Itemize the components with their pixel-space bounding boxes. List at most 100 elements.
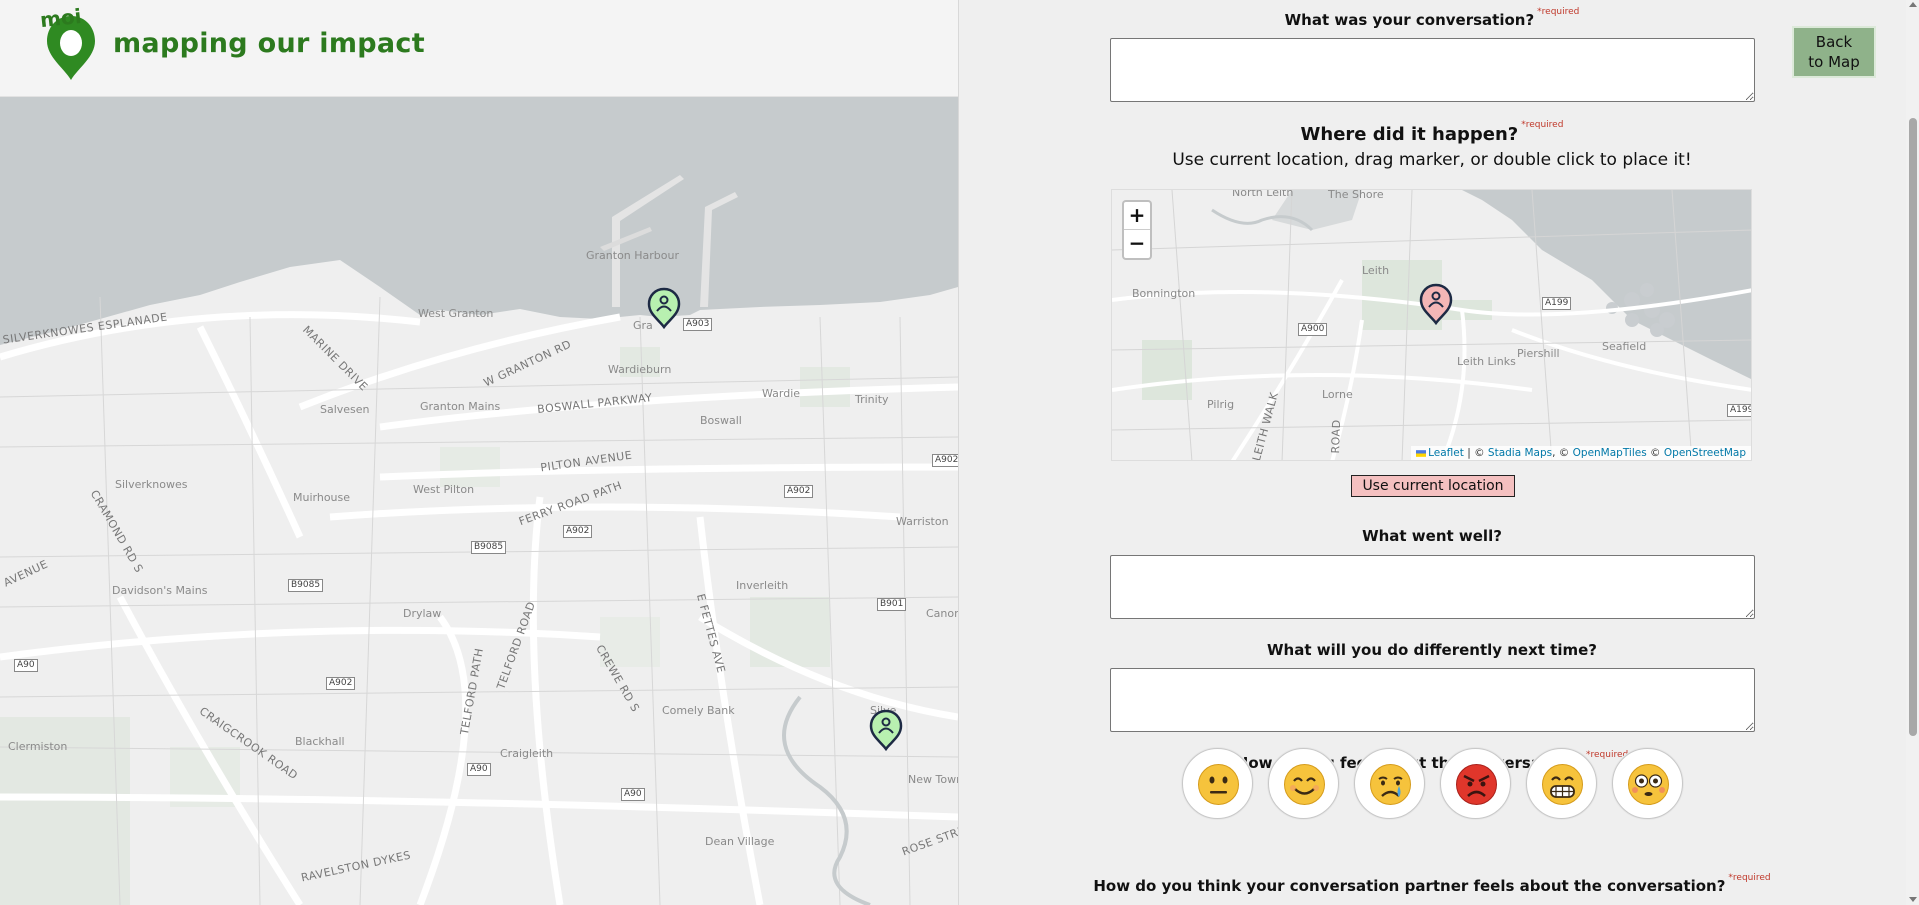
map-label: Seafield: [1602, 340, 1647, 353]
question-went-well-label: What went well?: [1362, 527, 1502, 545]
stadia-maps-link[interactable]: Stadia Maps: [1488, 447, 1552, 459]
place-label: Salvesen: [320, 403, 370, 416]
road-shield: A900: [1298, 323, 1328, 336]
place-label: West Pilton: [413, 483, 475, 496]
required-marker: *required: [1728, 873, 1771, 883]
location-instructions: Use current location, drag marker, or do…: [1172, 150, 1692, 170]
road-shield: B9085: [471, 541, 507, 554]
crying-face-icon: [1370, 764, 1411, 805]
road-shield: A90: [14, 659, 38, 672]
emotion-grinning-button[interactable]: [1526, 748, 1597, 819]
openstreetmap-link[interactable]: OpenStreetMap: [1664, 447, 1746, 459]
person-pin-icon[interactable]: [647, 287, 681, 329]
emotion-neutral-button[interactable]: [1182, 748, 1253, 819]
zoom-in-button[interactable]: +: [1124, 202, 1150, 230]
road-shield: A902: [932, 454, 958, 467]
map-label: Lorne: [1322, 388, 1353, 401]
question-text: What was your conversation?: [1284, 11, 1535, 29]
place-label: Granton Harbour: [586, 249, 680, 262]
place-label: Silverknowes: [115, 478, 188, 491]
site-title[interactable]: mapping our impact: [113, 28, 425, 59]
place-label: Clermiston: [8, 740, 68, 753]
map-base-tiles: [0, 97, 958, 905]
emotion-sad-button[interactable]: [1354, 748, 1425, 819]
place-label: Muirhouse: [293, 491, 351, 504]
road-shield: A90: [621, 788, 645, 801]
attribution-text: | ©: [1463, 447, 1488, 459]
place-label: West Granton: [418, 307, 494, 320]
road-shield: A902: [563, 525, 593, 538]
place-label: Comely Bank: [662, 704, 735, 717]
required-marker: *required: [1537, 7, 1580, 17]
emotion-flushed-button[interactable]: [1612, 748, 1683, 819]
place-label: Canon: [926, 607, 958, 620]
map-label: The Shore: [1328, 189, 1384, 201]
road-shield: B901: [877, 598, 907, 611]
place-label: Inverleith: [736, 579, 789, 592]
ukraine-flag-icon: [1416, 449, 1427, 457]
zoom-out-button[interactable]: −: [1124, 230, 1150, 258]
road-shield: B9085: [288, 579, 324, 592]
form-scrollbar[interactable]: [1906, 0, 1919, 905]
place-label: New Town: [908, 773, 958, 786]
map-label: Bonnington: [1132, 287, 1196, 300]
road-shield: A90: [467, 763, 491, 776]
road-shield: A902: [326, 677, 356, 690]
question-text: How do you think your conversation partn…: [1093, 877, 1726, 895]
map-label: Leith: [1362, 264, 1390, 277]
site-header: moi mapping our impact: [0, 0, 958, 97]
place-label: Trinity: [855, 393, 889, 406]
road-shield: A199: [1727, 404, 1751, 417]
emotion-angry-button[interactable]: [1440, 748, 1511, 819]
question-conversation-label: What was your conversation? *required: [959, 7, 1905, 29]
back-button-line: to Map: [1808, 53, 1860, 71]
scroll-down-arrow-icon[interactable]: [1909, 897, 1917, 902]
map-label: Piershill: [1517, 347, 1560, 360]
location-picker-map[interactable]: North Leith The Shore Leith Bonnington A…: [1111, 189, 1752, 461]
mini-map-tiles: [1112, 190, 1751, 460]
back-to-map-button[interactable]: Back to Map: [1792, 26, 1876, 78]
place-label: Boswall: [700, 414, 742, 427]
conversation-form-panel: Back to Map What was your conversation? *r…: [958, 0, 1919, 905]
went-well-textarea[interactable]: [1110, 555, 1755, 619]
road-shield: A199: [1542, 297, 1572, 310]
impact-map[interactable]: SILVERKNOWES ESPLANADE MARINE DRIVE W GR…: [0, 97, 958, 905]
place-label: Dean Village: [705, 835, 775, 848]
person-pin-icon[interactable]: [1419, 283, 1453, 325]
place-label: Blackhall: [295, 735, 345, 748]
neutral-face-icon: [1198, 764, 1239, 805]
map-label: Pilrig: [1207, 398, 1235, 411]
openmaptiles-link[interactable]: OpenMapTiles: [1573, 447, 1647, 459]
person-pin-icon[interactable]: [869, 709, 903, 751]
attribution-text: ©: [1646, 447, 1664, 459]
main-map-panel: moi mapping our impact SILVERKNOWES ESPL…: [0, 0, 958, 905]
question-partner-feel-label: How do you think your conversation partn…: [959, 873, 1905, 895]
angry-face-icon: [1456, 764, 1497, 805]
place-label: Wardieburn: [608, 363, 672, 376]
scroll-up-arrow-icon[interactable]: [1909, 2, 1917, 7]
place-label: Warriston: [896, 515, 949, 528]
place-label: Wardie: [762, 387, 801, 400]
use-current-location-button[interactable]: Use current location: [1351, 475, 1515, 497]
place-label: Drylaw: [403, 607, 442, 620]
back-button-line: Back: [1815, 33, 1853, 51]
conversation-textarea[interactable]: [1110, 38, 1755, 102]
road-label: ROAD: [1328, 419, 1344, 454]
map-label: North Leith: [1232, 189, 1294, 199]
road-shield: A903: [683, 318, 713, 331]
scroll-thumb[interactable]: [1909, 118, 1917, 736]
flushed-face-icon: [1628, 764, 1669, 805]
road-shield: A902: [784, 485, 814, 498]
leaflet-link[interactable]: Leaflet: [1428, 447, 1464, 459]
emotion-happy-button[interactable]: [1268, 748, 1339, 819]
logo-badge: moi: [38, 3, 83, 33]
grinning-face-icon: [1542, 764, 1583, 805]
question-where-label: Where did it happen? *required: [959, 120, 1905, 145]
place-label: Craigleith: [500, 747, 554, 760]
attribution-text: , ©: [1552, 447, 1573, 459]
place-label: Davidson's Mains: [112, 584, 208, 597]
map-label: Leith Links: [1457, 355, 1516, 368]
question-feel-label: How do you feel about the conversation?*…: [959, 750, 1905, 772]
question-text: Where did it happen?: [1300, 124, 1519, 145]
differently-textarea[interactable]: [1110, 668, 1755, 732]
